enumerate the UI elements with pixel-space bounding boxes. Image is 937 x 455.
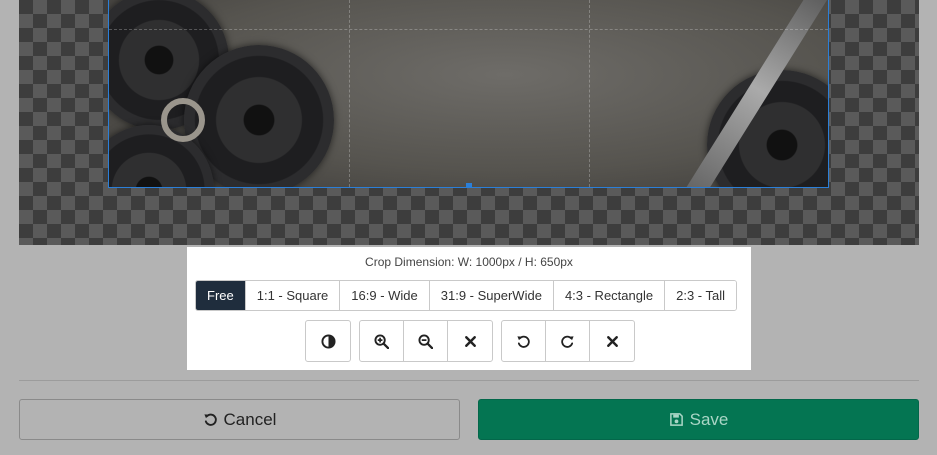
ratio-wide-button[interactable]: 16:9 - Wide: [340, 281, 430, 310]
zoom-out-button[interactable]: [404, 321, 448, 361]
close-icon: [464, 335, 476, 347]
contrast-icon: [320, 333, 336, 349]
weight-ring-image: [161, 98, 205, 142]
reset-rotate-button[interactable]: [590, 321, 634, 361]
contrast-tool-group: [305, 320, 351, 362]
save-button[interactable]: Save: [478, 399, 919, 440]
rotate-left-button[interactable]: [502, 321, 546, 361]
undo-icon: [203, 413, 217, 426]
crop-area-image[interactable]: [108, 0, 829, 188]
ratio-tall-button[interactable]: 2:3 - Tall: [665, 281, 737, 310]
cancel-button[interactable]: Cancel: [19, 399, 460, 440]
zoom-in-button[interactable]: [360, 321, 404, 361]
rotate-right-button[interactable]: [546, 321, 590, 361]
aspect-ratio-group: Free 1:1 - Square 16:9 - Wide 31:9 - Sup…: [195, 280, 738, 311]
zoom-out-icon: [418, 333, 433, 349]
close-icon: [606, 335, 618, 347]
rotate-left-icon: [517, 335, 530, 348]
crop-guide: [109, 29, 828, 30]
zoom-tool-group: [359, 320, 493, 362]
cancel-label: Cancel: [223, 409, 277, 429]
ratio-rectangle-button[interactable]: 4:3 - Rectangle: [553, 281, 666, 310]
save-icon: [669, 413, 683, 426]
crop-handle-bottom[interactable]: [466, 183, 472, 187]
contrast-button[interactable]: [306, 321, 350, 361]
crop-canvas[interactable]: [19, 0, 919, 245]
zoom-in-icon: [374, 333, 389, 349]
ratio-free-button[interactable]: Free: [196, 281, 246, 310]
ratio-superwide-button[interactable]: 31:9 - SuperWide: [429, 281, 554, 310]
ratio-square-button[interactable]: 1:1 - Square: [245, 281, 341, 310]
save-label: Save: [689, 409, 729, 429]
footer-divider: [19, 380, 919, 381]
crop-controls-panel: Crop Dimension: W: 1000px / H: 650px Fre…: [187, 247, 751, 370]
reset-zoom-button[interactable]: [448, 321, 492, 361]
crop-dimension-label: Crop Dimension: W: 1000px / H: 650px: [365, 255, 573, 269]
rotate-right-icon: [561, 335, 574, 348]
rotate-tool-group: [501, 320, 635, 362]
